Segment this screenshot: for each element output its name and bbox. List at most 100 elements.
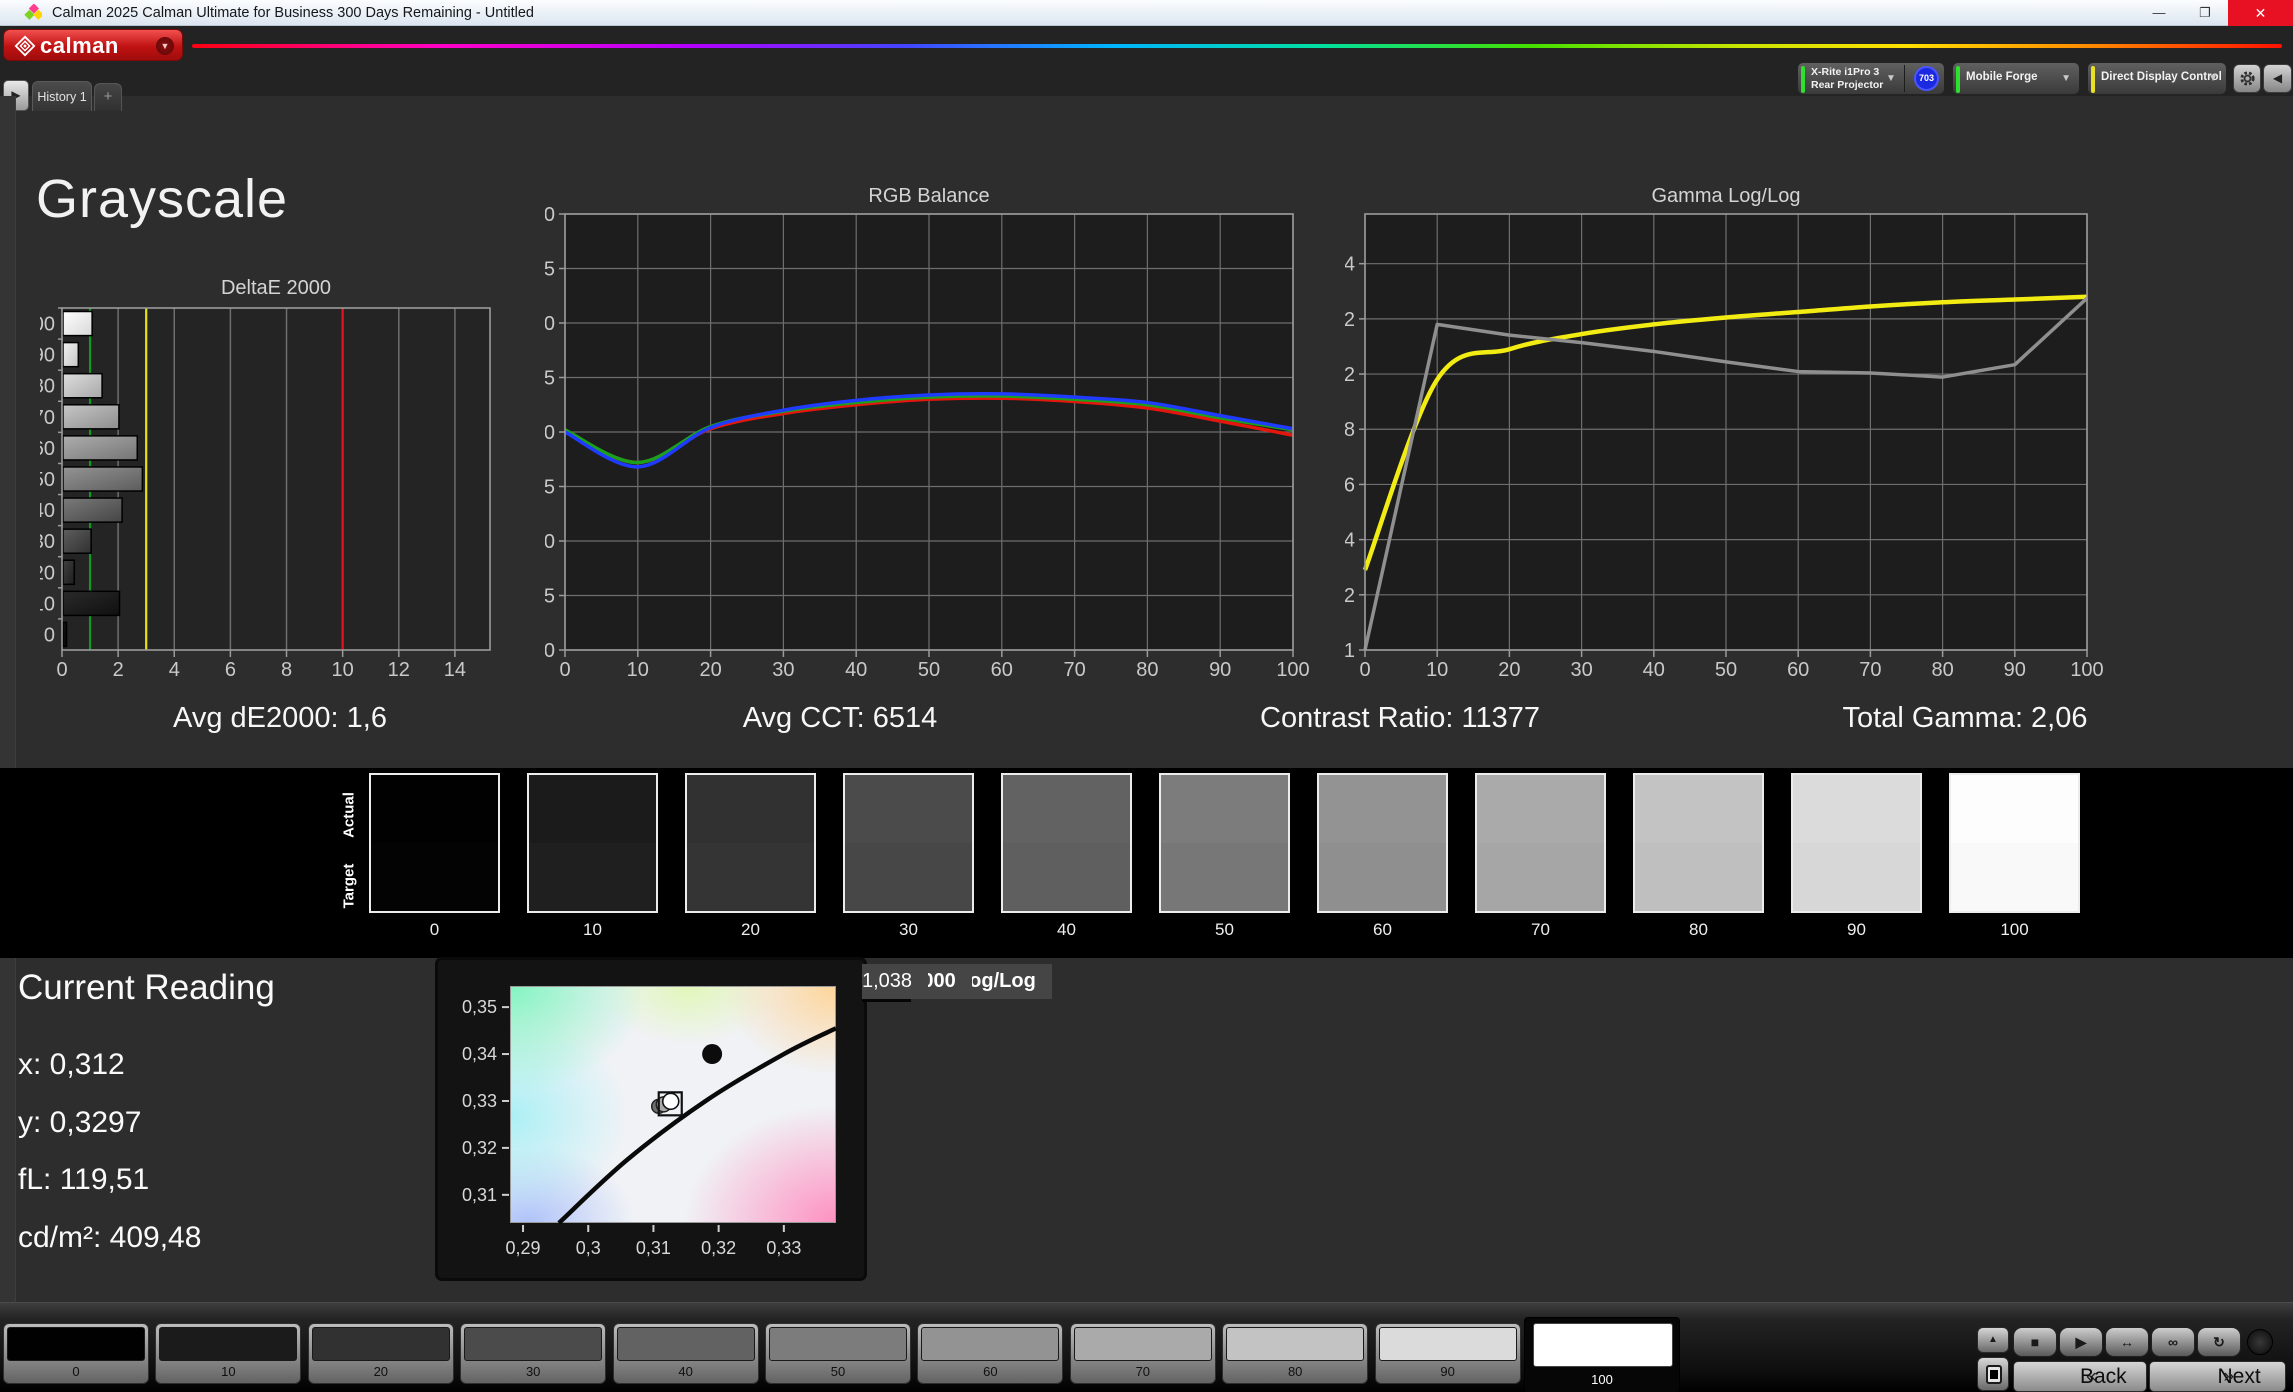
patch-button-label-0: 0	[72, 1364, 80, 1379]
tab-history-1[interactable]: History 1	[32, 81, 92, 111]
svg-text:0,32: 0,32	[462, 1138, 497, 1158]
calman-logo-icon	[14, 35, 36, 57]
patch-actual-20	[687, 775, 814, 843]
patch-label-60: 60	[1373, 920, 1392, 939]
svg-text:0,31: 0,31	[636, 1238, 671, 1258]
patch-button-0[interactable]: 0	[3, 1323, 149, 1384]
patch-target-50	[1161, 843, 1288, 911]
patch-button-10[interactable]: 10	[155, 1323, 302, 1384]
patch-label-30: 30	[899, 920, 918, 939]
patch-0	[369, 773, 500, 913]
deltae-bar-20	[62, 559, 76, 586]
deltae-bar-80	[62, 372, 103, 399]
source-selector[interactable]: Mobile Forge ▼	[1952, 62, 2080, 95]
patch-button-90[interactable]: 90	[1374, 1323, 1521, 1384]
svg-text:0,32: 0,32	[701, 1238, 736, 1258]
deltae-bar-100	[62, 310, 93, 337]
patch-label-80: 80	[1689, 920, 1708, 939]
svg-text:1: 1	[1345, 640, 1355, 662]
patch-button-label-30: 30	[525, 1364, 541, 1379]
calman-menu-button[interactable]: calman ▼	[3, 29, 183, 61]
back-button[interactable]: «Back	[2013, 1361, 2147, 1392]
current-reading-heading: Current Reading	[18, 968, 275, 1007]
status-lamp	[2247, 1329, 2273, 1355]
meter-count-badge[interactable]: 703	[1914, 66, 1939, 91]
patch-target-10	[529, 843, 656, 911]
window-title: Calman 2025 Calman Ultimate for Business…	[52, 5, 534, 21]
patch-target-90	[1793, 843, 1920, 911]
patch-button-20[interactable]: 20	[307, 1323, 454, 1384]
patch-label-40: 40	[1057, 920, 1076, 939]
stop-button[interactable]: ■	[2013, 1327, 2057, 1357]
chevron-down-icon[interactable]: ▼	[156, 37, 174, 55]
patch-button-30[interactable]: 30	[460, 1323, 607, 1384]
svg-text:2,2: 2,2	[1345, 309, 1355, 331]
svg-text:1,2: 1,2	[1345, 585, 1355, 607]
meter-status-accent	[1801, 66, 1805, 93]
svg-text:50: 50	[1715, 659, 1737, 681]
svg-text:80: 80	[1136, 659, 1158, 681]
settings-button[interactable]	[2233, 64, 2261, 93]
svg-text:105: 105	[545, 368, 555, 390]
rgb-balance-chart: RGB Balance 80 85 90 95 100 105 110 115 120 0 10 20 3…	[545, 188, 1310, 681]
grayscale-patch-strip: Actual Target 0 10 20 30 40 50 60 70 80 90 100	[0, 768, 2293, 958]
patch-button-swatch-0	[7, 1327, 145, 1361]
patch-button-swatch-70	[1073, 1327, 1212, 1361]
svg-text:70: 70	[1063, 659, 1085, 681]
patch-label-50: 50	[1215, 920, 1234, 939]
meter-selector[interactable]: X-Rite i1Pro 3 Rear Projector ▼ 703	[1797, 62, 1945, 95]
patch-button-60[interactable]: 60	[917, 1323, 1064, 1384]
range-button[interactable]: ↔	[2105, 1327, 2149, 1357]
patch-button-swatch-40	[616, 1327, 755, 1361]
svg-text:80: 80	[1931, 659, 1953, 681]
patch-button-100[interactable]: 100	[1524, 1317, 1680, 1392]
divider	[1904, 65, 1905, 92]
svg-text:1,4: 1,4	[1345, 530, 1355, 552]
svg-text:90: 90	[545, 531, 555, 553]
target-row-label: Target	[340, 863, 358, 909]
patch-button-swatch-20	[311, 1327, 450, 1361]
close-button[interactable]: ✕	[2228, 0, 2293, 26]
patch-button-50[interactable]: 50	[765, 1323, 911, 1384]
up-button[interactable]: ▲	[1977, 1327, 2009, 1353]
patch-button-70[interactable]: 70	[1069, 1323, 1216, 1384]
svg-text:120: 120	[545, 204, 555, 226]
reading-x: x: 0,312	[18, 1048, 125, 1081]
patch-actual-100	[1951, 775, 2078, 843]
next-button[interactable]: Next»	[2149, 1361, 2286, 1392]
svg-text:60: 60	[40, 438, 55, 460]
add-tab-button[interactable]: +	[94, 83, 122, 111]
collapse-panel-button[interactable]: ◀	[2263, 64, 2292, 93]
svg-text:2: 2	[113, 659, 124, 681]
patch-40	[1001, 773, 1132, 913]
svg-text:1,8: 1,8	[1345, 419, 1355, 441]
chevron-down-icon[interactable]: ▼	[2208, 73, 2218, 84]
svg-text:95: 95	[545, 477, 555, 499]
svg-text:90: 90	[1209, 659, 1231, 681]
continuous-button[interactable]: ∞	[2151, 1327, 2195, 1357]
patch-target-20	[687, 843, 814, 911]
patch-button-80[interactable]: 80	[1222, 1323, 1369, 1384]
window-mode-button[interactable]	[1977, 1357, 2009, 1391]
svg-text:0,31: 0,31	[462, 1185, 497, 1205]
patch-target-70	[1477, 843, 1604, 911]
display-control-selector[interactable]: Direct Display Control ▼	[2087, 62, 2227, 95]
patch-50	[1159, 773, 1290, 913]
patch-button-40[interactable]: 40	[612, 1323, 759, 1384]
svg-text:0: 0	[1359, 659, 1370, 681]
patch-70	[1475, 773, 1606, 913]
maximize-button[interactable]: ❐	[2182, 0, 2228, 26]
spectrum-strip	[192, 44, 2282, 48]
refresh-button[interactable]: ↻	[2197, 1327, 2241, 1357]
svg-text:10: 10	[332, 659, 354, 681]
svg-text:60: 60	[1787, 659, 1809, 681]
chevron-down-icon[interactable]: ▼	[1886, 73, 1896, 84]
svg-text:4: 4	[169, 659, 180, 681]
svg-text:2,4: 2,4	[1345, 254, 1355, 276]
chevron-down-icon[interactable]: ▼	[2061, 73, 2071, 84]
patch-button-swatch-30	[464, 1327, 603, 1361]
total-gamma-stat: Total Gamma: 2,06	[1842, 702, 2088, 734]
minimize-button[interactable]: —	[2136, 0, 2182, 26]
play-button[interactable]: ▶	[2059, 1327, 2103, 1357]
svg-text:40: 40	[845, 659, 867, 681]
